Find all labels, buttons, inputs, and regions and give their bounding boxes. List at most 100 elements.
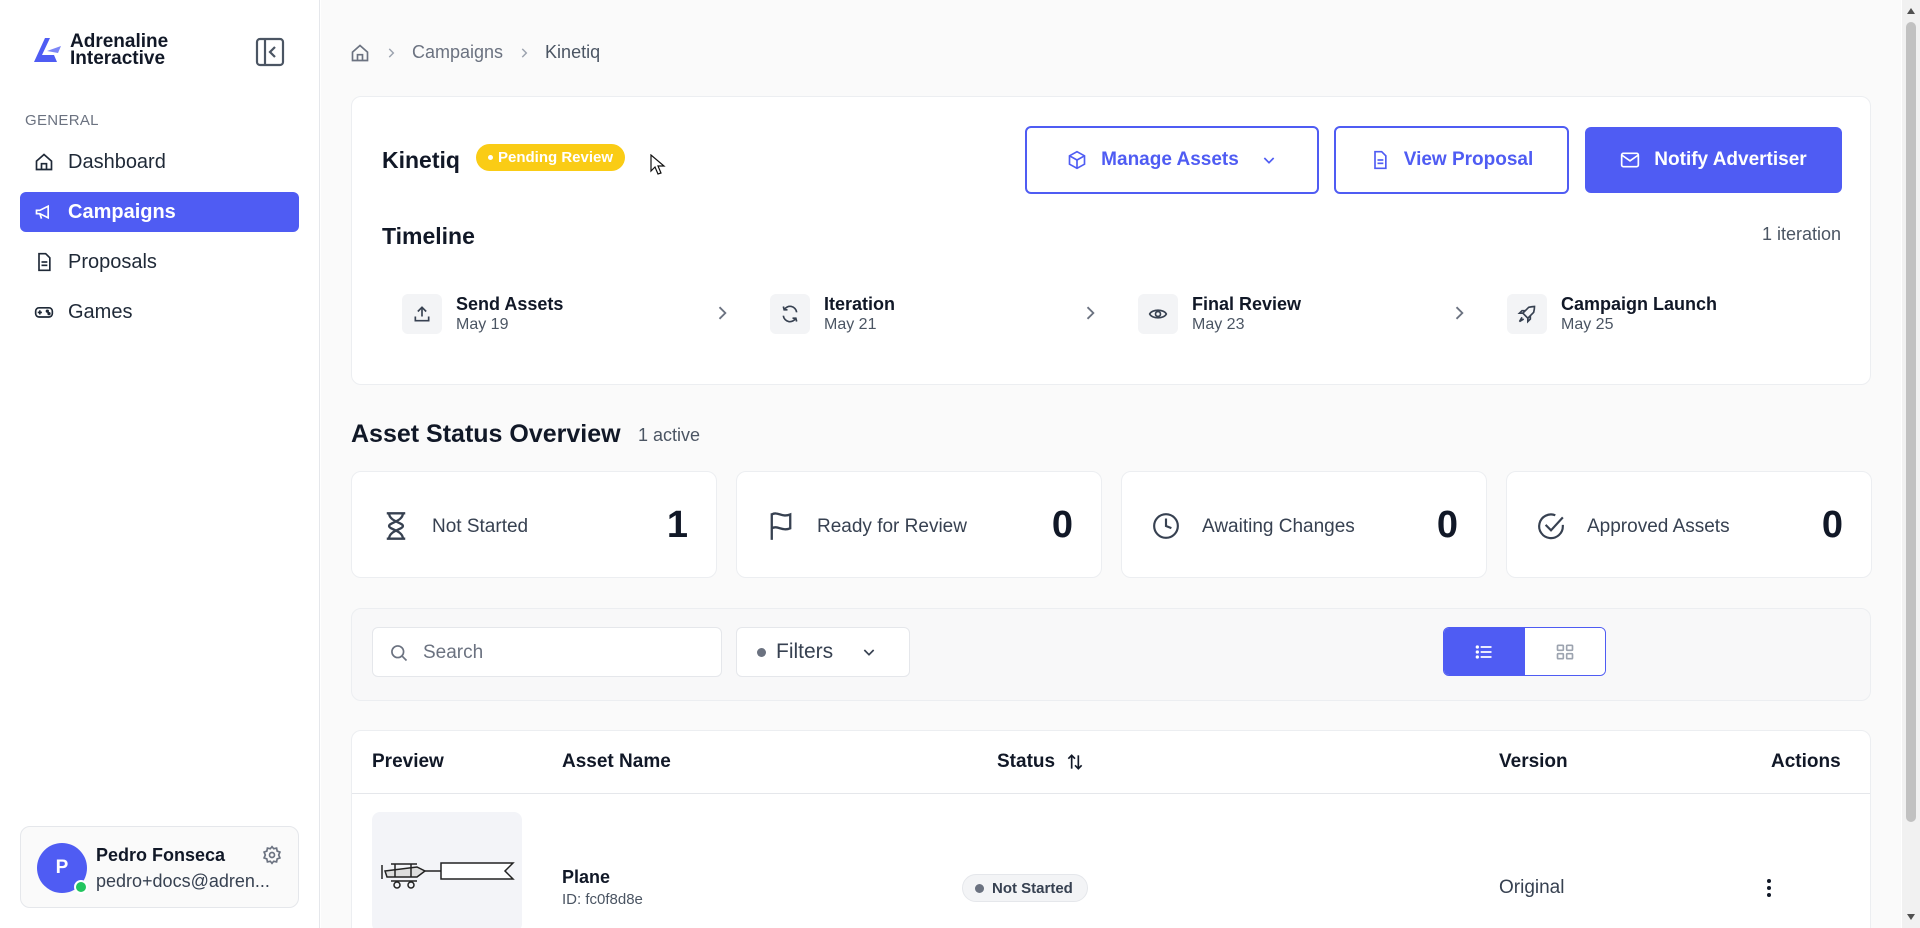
- stat-value: 0: [1821, 504, 1843, 546]
- sidebar: Adrenaline Interactive GENERAL Dashboard…: [0, 0, 320, 928]
- timeline-step-final-review: Final Review May 23: [1138, 293, 1301, 335]
- step-date: May 25: [1561, 316, 1614, 333]
- asset-preview-thumbnail[interactable]: [372, 812, 522, 928]
- overview-active-count: 1 active: [638, 425, 701, 445]
- search-box[interactable]: [372, 627, 722, 677]
- search-input[interactable]: [423, 640, 703, 666]
- list-view-button[interactable]: [1444, 628, 1525, 675]
- column-header-asset-name: Asset Name: [562, 751, 671, 772]
- list-icon: [1475, 644, 1492, 659]
- scrollbar-thumb[interactable]: [1906, 22, 1916, 822]
- collapse-sidebar-icon[interactable]: [254, 36, 286, 68]
- chevron-down-icon: [1263, 157, 1275, 164]
- brand-logo-icon: [34, 38, 61, 62]
- mouse-cursor-icon: [650, 154, 666, 175]
- scroll-down-arrow-icon[interactable]: [1906, 912, 1916, 922]
- column-header-status[interactable]: Status: [997, 751, 1085, 773]
- sidebar-item-dashboard[interactable]: Dashboard: [20, 142, 299, 182]
- step-date: May 21: [824, 316, 877, 333]
- campaign-title: Kinetiq: [382, 147, 460, 173]
- status-badge-label: Not Started: [992, 879, 1073, 897]
- clock-icon: [1153, 513, 1179, 539]
- chevron-right-icon: [1086, 306, 1095, 320]
- view-proposal-button[interactable]: View Proposal: [1334, 126, 1569, 194]
- sidebar-item-games[interactable]: Games: [20, 292, 299, 332]
- page-scrollbar[interactable]: [1902, 0, 1920, 928]
- refresh-icon: [770, 294, 810, 334]
- gamepad-icon: [34, 307, 54, 318]
- stat-label: Awaiting Changes: [1202, 516, 1355, 537]
- main-content: Campaigns Kinetiq Kinetiq Pending Review…: [321, 0, 1901, 928]
- stat-card-awaiting-changes[interactable]: Awaiting Changes 0: [1121, 471, 1487, 578]
- stat-card-ready-for-review[interactable]: Ready for Review 0: [736, 471, 1102, 578]
- badge-dot: [488, 155, 493, 160]
- check-circle-icon: [1538, 513, 1564, 540]
- asset-name[interactable]: Plane: [562, 867, 610, 888]
- sidebar-item-campaigns[interactable]: Campaigns: [20, 192, 299, 232]
- chevron-right-icon: [521, 47, 528, 58]
- hourglass-icon: [386, 512, 406, 540]
- chevron-right-icon: [388, 47, 395, 58]
- view-proposal-label: View Proposal: [1403, 149, 1534, 170]
- grid-view-button[interactable]: [1524, 628, 1605, 675]
- document-icon: [1373, 150, 1387, 170]
- search-icon: [391, 645, 408, 662]
- timeline-step-campaign-launch: Campaign Launch May 25: [1507, 293, 1717, 335]
- sidebar-nav: Dashboard Campaigns Proposals Games: [20, 142, 299, 342]
- breadcrumb-current: Kinetiq: [545, 42, 601, 62]
- status-badge: Not Started: [962, 874, 1088, 902]
- iteration-count: 1 iteration: [1762, 224, 1842, 244]
- step-date: May 23: [1192, 316, 1245, 333]
- column-header-status-label: Status: [997, 751, 1056, 772]
- view-toggle: [1443, 627, 1606, 676]
- stat-label: Ready for Review: [817, 516, 967, 537]
- user-name: Pedro Fonseca: [96, 845, 226, 865]
- step-name: Iteration: [824, 294, 896, 314]
- column-header-version: Version: [1499, 751, 1568, 772]
- filter-bar: Filters: [351, 608, 1871, 701]
- stat-label: Not Started: [432, 516, 529, 537]
- notify-advertiser-label: Notify Advertiser: [1654, 149, 1807, 170]
- brand-logo[interactable]: Adrenaline Interactive: [30, 32, 168, 68]
- chevron-down-icon: [863, 649, 875, 656]
- stat-card-not-started[interactable]: Not Started 1: [351, 471, 717, 578]
- asset-id: ID: fc0f8d8e: [562, 891, 643, 908]
- mail-icon: [1621, 152, 1640, 168]
- stat-value: 1: [666, 504, 688, 546]
- column-header-preview: Preview: [372, 751, 444, 772]
- sort-icon: [1067, 754, 1083, 770]
- stat-card-approved-assets[interactable]: Approved Assets 0: [1506, 471, 1872, 578]
- online-status-indicator: [74, 880, 88, 894]
- home-icon[interactable]: [350, 43, 370, 63]
- filters-dot: [757, 647, 766, 657]
- document-icon: [38, 252, 51, 272]
- more-vertical-icon[interactable]: [1757, 876, 1781, 900]
- campaign-header-card: Kinetiq Pending Review Manage Assets Vie…: [351, 96, 1871, 385]
- stat-label: Approved Assets: [1587, 516, 1730, 537]
- chevron-right-icon: [718, 306, 727, 320]
- step-date: May 19: [456, 316, 509, 333]
- manage-assets-button[interactable]: Manage Assets: [1025, 126, 1319, 194]
- chevron-right-icon: [1455, 306, 1464, 320]
- filters-dropdown[interactable]: Filters: [736, 627, 910, 677]
- rocket-icon: [1507, 294, 1547, 334]
- stat-value: 0: [1436, 504, 1458, 546]
- package-icon: [1068, 150, 1086, 170]
- upload-icon: [402, 294, 442, 334]
- timeline-step-iteration: Iteration May 21: [770, 293, 895, 335]
- home-icon: [35, 153, 53, 171]
- grid-icon: [1556, 644, 1574, 659]
- plane-banner-image: [381, 862, 515, 889]
- status-dot: [975, 883, 984, 893]
- notify-advertiser-button[interactable]: Notify Advertiser: [1585, 127, 1842, 193]
- overview-title: Asset Status Overview: [351, 420, 621, 448]
- gear-icon[interactable]: [262, 845, 282, 865]
- sidebar-item-label: Games: [68, 300, 133, 323]
- scroll-up-arrow-icon[interactable]: [1906, 6, 1916, 16]
- breadcrumb-campaigns[interactable]: Campaigns: [412, 42, 503, 63]
- sidebar-item-label: Campaigns: [68, 200, 176, 223]
- assets-table: Preview Asset Name Status Version Action…: [351, 730, 1871, 928]
- user-card[interactable]: P Pedro Fonseca pedro+docs@adren...: [20, 826, 299, 908]
- sidebar-item-proposals[interactable]: Proposals: [20, 242, 299, 282]
- flag-icon: [770, 512, 792, 540]
